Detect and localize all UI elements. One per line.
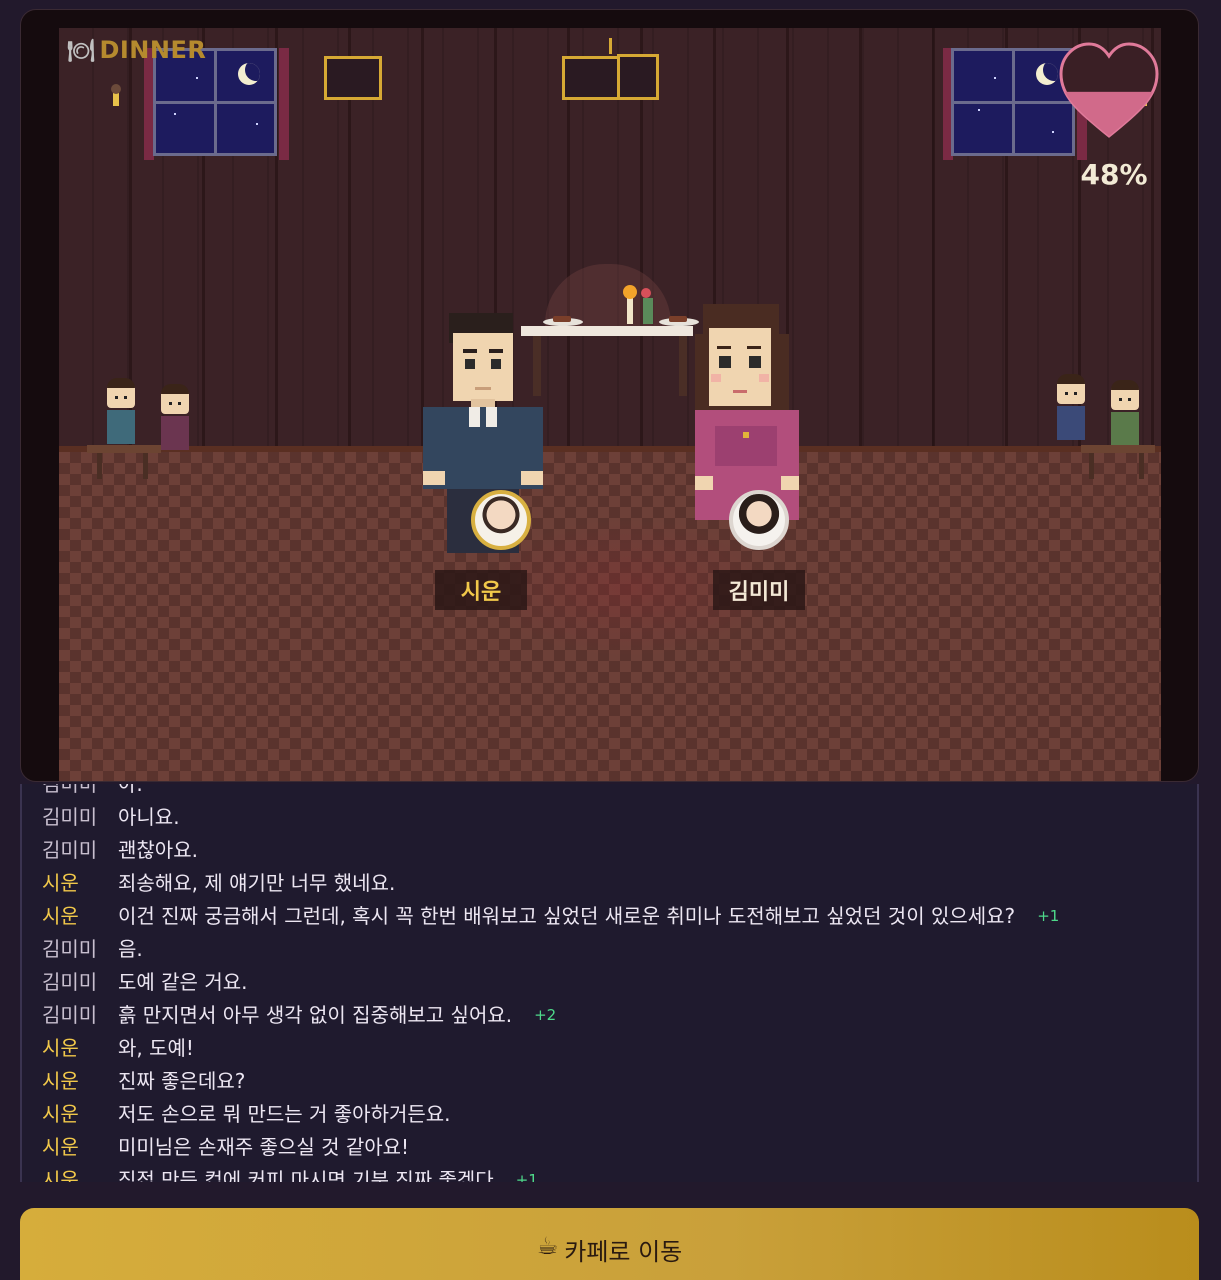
chat-speaker: 김미미: [42, 970, 98, 994]
avatar-kimmimi[interactable]: [729, 490, 789, 550]
chat-text: 진짜 좋은데요?: [118, 1069, 246, 1093]
game-scene-frame: 🍽 DINNER 48% 시운 김미미: [20, 9, 1199, 782]
chat-speaker: 시운: [42, 1102, 79, 1126]
name-tag-kimmimi: 김미미: [713, 570, 805, 610]
wall-frame: [324, 56, 382, 100]
chat-speaker: 시운: [42, 904, 79, 928]
candle-flame: [623, 285, 637, 299]
chat-message: 시운 죄송해요, 제 얘기만 너무 했네요.: [22, 867, 1197, 900]
chat-speaker: 시운: [42, 1036, 79, 1060]
chat-speaker: 시운: [42, 1168, 79, 1182]
chat-speaker: 시운: [42, 1135, 79, 1159]
dinner-scene: 🍽 DINNER 48% 시운 김미미: [59, 28, 1161, 781]
chat-message: 김미미 흙 만지면서 아무 생각 없이 집중해보고 싶어요. +2: [22, 999, 1197, 1032]
moon-icon: [238, 63, 260, 85]
wall-candle: [111, 84, 121, 106]
chat-text: 저도 손으로 뭐 만드는 거 좋아하거든요.: [118, 1102, 451, 1126]
chat-message: 김미미 괜찮아요.: [22, 834, 1197, 867]
chat-message: 김미미 음.: [22, 933, 1197, 966]
chat-text: 직접 만든 컵에 커피 마시면 기분 진짜 좋겠다: [118, 1168, 494, 1182]
scene-label: 🍽 DINNER: [67, 36, 206, 64]
affection-fill: [1061, 91, 1157, 136]
side-table: [87, 445, 161, 453]
affection-heart-icon: [1059, 42, 1159, 138]
chat-message: 시운 이건 진짜 궁금해서 그런데, 혹시 꼭 한번 배워보고 싶었던 새로운 취…: [22, 900, 1197, 933]
wall-frame: [562, 56, 620, 100]
chat-text: 와, 도예!: [118, 1036, 194, 1060]
chat-text: 흙 만지면서 아무 생각 없이 집중해보고 싶어요.: [118, 1003, 513, 1027]
affection-score-badge: +2: [534, 1006, 557, 1024]
moon-icon: [1036, 63, 1058, 85]
name-tag-siwoon: 시운: [435, 570, 527, 610]
curtain-left-2: [279, 48, 289, 160]
chat-speaker: 김미미: [42, 838, 98, 862]
move-to-cafe-button[interactable]: ☕ 카페로 이동: [20, 1208, 1199, 1280]
scene-title: DINNER: [99, 36, 207, 64]
chat-text: 죄송해요, 제 얘기만 너무 했네요.: [118, 871, 396, 895]
chat-text: 괜찮아요.: [118, 838, 198, 862]
steak: [553, 316, 571, 322]
chat-message: 시운 와, 도예!: [22, 1032, 1197, 1065]
chat-message: 시운 직접 만든 컵에 커피 마시면 기분 진짜 좋겠다 +1: [22, 1164, 1197, 1182]
chat-text: 미미님은 손재주 좋으실 것 같아요!: [118, 1135, 410, 1159]
wall-frame: [617, 54, 659, 100]
chat-speaker: 시운: [42, 871, 79, 895]
chat-text: 음.: [118, 937, 143, 961]
dinner-plate-icon: 🍽: [67, 39, 96, 64]
chat-speaker: 김미미: [42, 1003, 98, 1027]
dining-table: [521, 326, 693, 336]
chat-speaker: 시운: [42, 1069, 79, 1093]
flower-vase: [643, 298, 653, 324]
chat-text: 도예 같은 거요.: [118, 970, 248, 994]
affection-score-badge: +1: [1037, 907, 1060, 925]
chat-message: 시운 진짜 좋은데요?: [22, 1065, 1197, 1098]
side-table: [1081, 445, 1155, 453]
chat-speaker: 김미미: [42, 937, 98, 961]
move-to-cafe-label: 카페로 이동: [564, 1238, 683, 1266]
affection-score-badge: +1: [515, 1171, 538, 1182]
chat-message: 시운 저도 손으로 뭐 만드는 거 좋아하거든요.: [22, 1098, 1197, 1131]
chat-log[interactable]: 김미미 아. 김미미 아니요. 김미미 괜찮아요. 시운 죄송해요, 제 얘기만 너무 했네요…: [20, 784, 1199, 1182]
window-left: [153, 48, 277, 156]
affection-percent: 48%: [1080, 158, 1148, 191]
chat-messages: 김미미 아. 김미미 아니요. 김미미 괜찮아요. 시운 죄송해요, 제 얘기만 너무 했네요…: [22, 784, 1197, 1182]
chat-text: 아.: [118, 784, 143, 796]
chat-text: 이건 진짜 궁금해서 그런데, 혹시 꼭 한번 배워보고 싶었던 새로운 취미나…: [118, 904, 1016, 928]
chat-speaker: 김미미: [42, 784, 98, 796]
chat-message: 김미미 아니요.: [22, 801, 1197, 834]
rose: [641, 288, 651, 298]
avatar-siwoon[interactable]: [471, 490, 531, 550]
chat-message: 김미미 도예 같은 거요.: [22, 966, 1197, 999]
chat-text: 아니요.: [118, 805, 180, 829]
chat-message: 김미미 아.: [22, 784, 1197, 801]
chat-message: 시운 미미님은 손재주 좋으실 것 같아요!: [22, 1131, 1197, 1164]
coffee-icon: ☕: [536, 1232, 559, 1260]
chat-speaker: 김미미: [42, 805, 98, 829]
